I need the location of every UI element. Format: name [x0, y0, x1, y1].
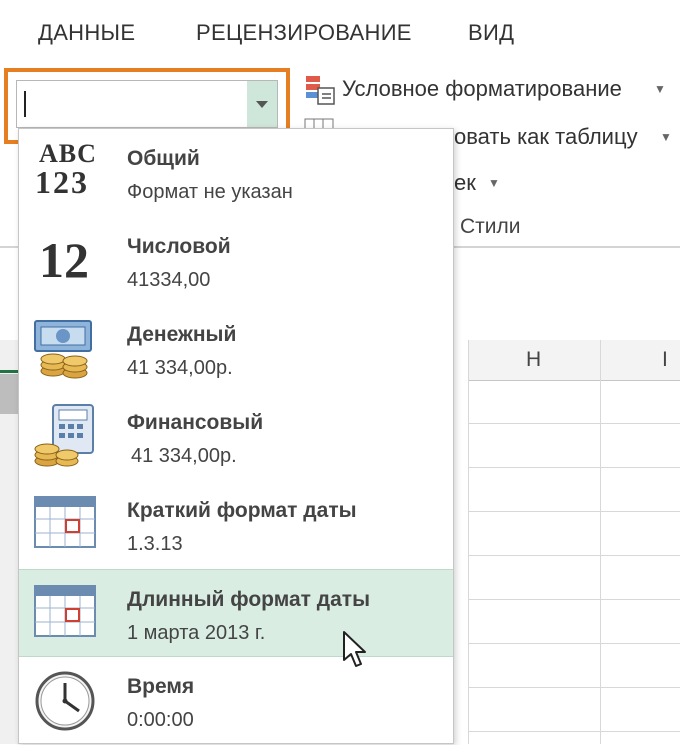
- currency-icon: [31, 315, 101, 381]
- text-cursor: [24, 91, 26, 117]
- format-item-example: 41334,00: [127, 269, 211, 291]
- active-row-marker: [0, 370, 18, 373]
- cell-styles-button[interactable]: ек ▼: [454, 166, 514, 202]
- grid-line: [468, 643, 680, 644]
- format-item-example: 41 334,00р.: [127, 357, 233, 379]
- abc-123-icon: ABC 123: [35, 139, 97, 200]
- clock-icon: [31, 667, 101, 733]
- format-item-example: 1.3.13: [127, 533, 183, 555]
- format-item-name: Финансовый: [127, 411, 264, 434]
- long-date-calendar-icon: [31, 580, 101, 646]
- format-item-short-date[interactable]: Краткий формат даты 1.3.13: [19, 481, 453, 569]
- grid-line: [468, 555, 680, 556]
- format-item-example: 41 334,00р.: [131, 445, 237, 467]
- format-item-name: Денежный: [127, 323, 237, 346]
- grid-line: [468, 599, 680, 600]
- format-item-name: Время: [127, 675, 195, 698]
- ribbon-tabs: ДАННЫЕ РЕЦЕНЗИРОВАНИЕ ВИД: [0, 0, 680, 64]
- conditional-formatting-icon: [306, 76, 335, 105]
- number-format-dropdown-button[interactable]: [247, 81, 277, 127]
- conditional-formatting-label: Условное форматирование: [342, 76, 622, 101]
- chevron-down-icon: ▼: [654, 82, 666, 96]
- format-item-time[interactable]: Время 0:00:00: [19, 657, 453, 745]
- format-item-name: Краткий формат даты: [127, 499, 357, 522]
- grid-line: [600, 340, 601, 744]
- grid-line: [468, 423, 680, 424]
- tab-data[interactable]: ДАННЫЕ: [38, 20, 135, 46]
- styles-group-label: Стили: [460, 215, 521, 238]
- format-as-table-button[interactable]: овать как таблицу ▼: [454, 120, 674, 156]
- cell-styles-label: ек: [454, 170, 476, 195]
- chevron-down-icon: ▼: [488, 176, 500, 190]
- format-item-name: Длинный формат даты: [127, 588, 371, 611]
- grid-line: [468, 340, 469, 744]
- grid-line: [468, 731, 680, 732]
- grid-line: [468, 687, 680, 688]
- chevron-down-icon: [256, 101, 268, 108]
- conditional-formatting-button[interactable]: Условное форматирование ▼: [304, 72, 674, 108]
- number-format-combo[interactable]: [16, 80, 278, 128]
- format-item-example: 0:00:00: [127, 709, 194, 731]
- format-item-example: 1 марта 2013 г.: [127, 622, 266, 644]
- column-header-h[interactable]: H: [526, 348, 541, 372]
- format-as-table-label: овать как таблицу: [454, 124, 638, 149]
- format-item-general[interactable]: ABC 123 Общий Формат не указан: [19, 129, 453, 217]
- column-header-bar: H I: [468, 340, 680, 381]
- format-item-accounting[interactable]: Финансовый 41 334,00р.: [19, 393, 453, 481]
- number-12-icon: 12: [39, 232, 89, 288]
- format-item-currency[interactable]: Денежный 41 334,00р.: [19, 305, 453, 393]
- chevron-down-icon: ▼: [660, 130, 672, 144]
- format-item-name: Общий: [127, 147, 200, 170]
- format-item-number[interactable]: 12 Числовой 41334,00: [19, 217, 453, 305]
- short-date-calendar-icon: [31, 491, 101, 557]
- format-item-long-date[interactable]: Длинный формат даты 1 марта 2013 г.: [19, 569, 453, 657]
- format-item-example: Формат не указан: [127, 181, 293, 203]
- accounting-icon: [31, 403, 101, 469]
- number-format-dropdown: ABC 123 Общий Формат не указан 12 Числов…: [18, 128, 454, 744]
- tab-review[interactable]: РЕЦЕНЗИРОВАНИЕ: [196, 20, 412, 46]
- grid-line: [468, 511, 680, 512]
- grid-line: [468, 467, 680, 468]
- column-header-i[interactable]: I: [662, 348, 668, 372]
- mouse-pointer-icon: [343, 631, 366, 667]
- tab-view[interactable]: ВИД: [468, 20, 514, 46]
- format-item-name: Числовой: [127, 235, 231, 258]
- selected-row-header[interactable]: [0, 374, 18, 414]
